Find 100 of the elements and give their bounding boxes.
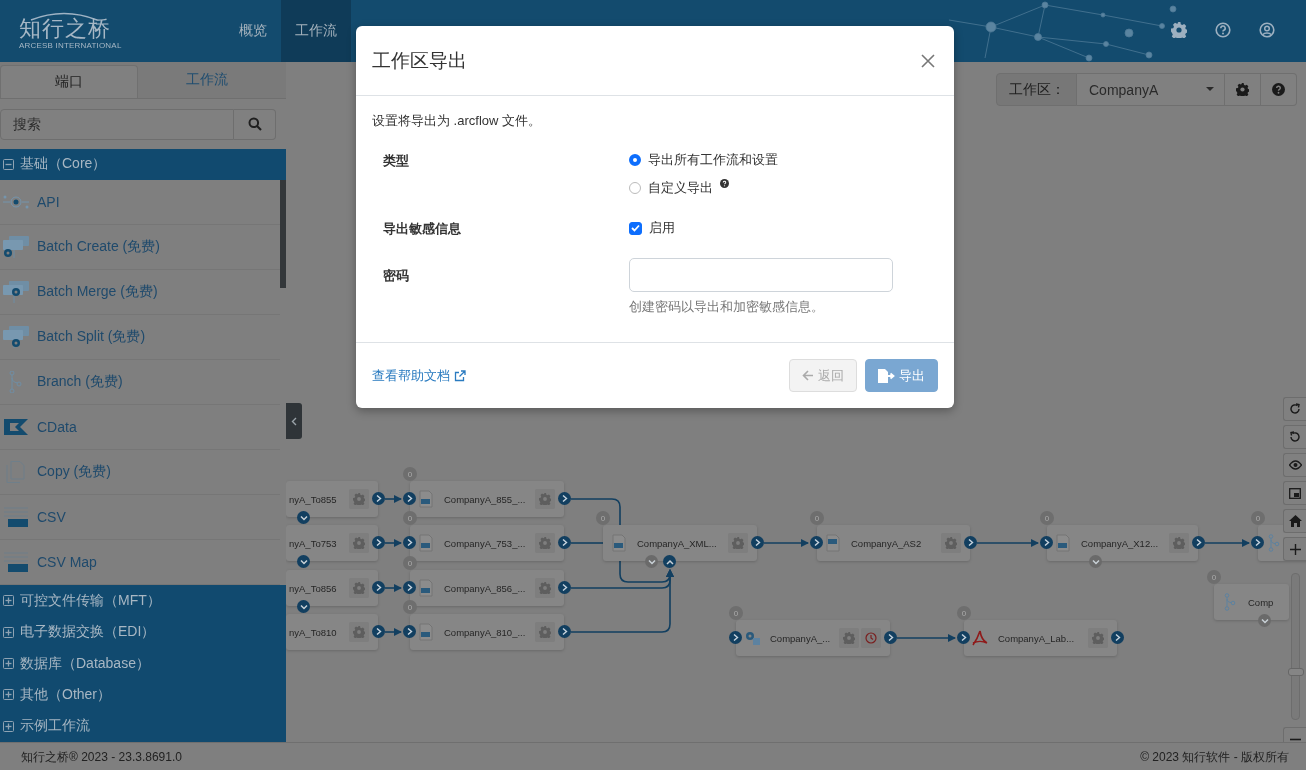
option-label: 自定义导出 <box>648 179 713 197</box>
connector-item[interactable]: Batch Split (免费) <box>0 315 280 361</box>
pdf-icon <box>972 629 988 647</box>
connector-item[interactable]: Batch Create (免费) <box>0 225 280 271</box>
field-hint: 创建密码以导出和加密敏感信息。 <box>629 298 825 316</box>
file-icon <box>418 534 434 552</box>
undo-icon <box>1289 431 1301 443</box>
workflow-node[interactable]: CompanyA_856_... <box>410 570 564 606</box>
file-icon <box>418 623 434 641</box>
redo-button[interactable] <box>1283 397 1306 421</box>
node-name: nyA_To753 <box>289 537 337 549</box>
expand-icon <box>3 626 14 638</box>
branch-icon <box>1266 534 1282 552</box>
preview-button[interactable] <box>1283 453 1306 477</box>
node-name: CompanyA_753_... <box>444 537 526 549</box>
radio-button[interactable] <box>629 154 641 166</box>
option-label: 启用 <box>649 219 675 237</box>
node-name: CompanyA_X12... <box>1081 537 1159 549</box>
workflow-node[interactable]: CompanyA_753_... <box>410 525 564 561</box>
arrow-left-icon <box>802 370 814 381</box>
settings-icon <box>945 537 957 549</box>
stacked-cards-icon <box>3 326 29 349</box>
branch-icon <box>1222 593 1238 611</box>
settings-icon <box>353 537 365 549</box>
nav-tab[interactable]: 概览 <box>225 0 281 62</box>
node-name: CompanyA_... <box>770 632 831 644</box>
home-icon <box>1288 515 1302 527</box>
expand-icon <box>3 658 14 669</box>
minus-icon <box>1289 737 1301 741</box>
checkbox[interactable] <box>629 221 642 235</box>
connector-arrow <box>384 628 402 636</box>
file-icon <box>418 490 434 508</box>
file-icon <box>611 534 627 552</box>
node-name: CompanyA_XML... <box>637 537 717 549</box>
connector-item[interactable]: CData <box>0 405 280 451</box>
settings-button[interactable] <box>1225 73 1261 106</box>
settings-icon <box>1236 83 1249 96</box>
undo-button[interactable] <box>1283 425 1306 449</box>
image-button[interactable] <box>1283 481 1306 505</box>
workflow-node[interactable]: CompanyA_Lab... <box>964 620 1117 656</box>
dialog-title: 工作区导出 <box>372 48 467 73</box>
slider-thumb[interactable] <box>1288 667 1304 676</box>
help-button[interactable] <box>1261 73 1297 106</box>
file-icon <box>1055 534 1071 552</box>
workflow-node[interactable]: nyA_To855 <box>286 481 378 517</box>
logo-tagline: ARCESB INTERNATIONAL <box>19 41 122 51</box>
logo-name: 知行之桥 <box>19 17 111 41</box>
connector-arrow <box>896 634 956 642</box>
workflow-node[interactable]: Comp <box>1214 584 1289 620</box>
workflow-node[interactable]: nyA_To856 <box>286 570 378 606</box>
settings-icon <box>539 493 551 505</box>
dialog-description: 设置将导出为 .arcflow 文件。 <box>372 112 542 130</box>
plus-icon <box>1289 543 1301 555</box>
close-icon <box>921 53 935 68</box>
expand-icon <box>3 689 14 701</box>
workspace-label: 工作区： <box>996 73 1077 106</box>
connector-arrow <box>384 495 402 503</box>
user-icon[interactable] <box>1259 22 1275 38</box>
redo-icon <box>1289 403 1301 415</box>
workflow-node[interactable]: CompanyA_855_... <box>410 481 564 517</box>
search-button[interactable] <box>234 108 276 140</box>
connector-item[interactable]: Batch Merge (免费) <box>0 270 280 316</box>
option-label: 导出所有工作流和设置 <box>648 151 778 169</box>
node-name: CompanyA_AS2 <box>851 537 922 549</box>
connector-item[interactable]: Branch (免费) <box>0 360 280 406</box>
settings-icon[interactable] <box>1171 22 1187 38</box>
connector-arrow <box>384 539 402 547</box>
sidebar-tab[interactable]: 端口 <box>0 65 138 98</box>
external-link-icon <box>454 369 466 382</box>
search-field[interactable]: 搜索 <box>0 108 234 140</box>
settings-icon <box>539 537 551 549</box>
connector-item[interactable]: CSV <box>0 495 280 541</box>
node-name: CompanyA_810_... <box>444 626 526 638</box>
workflow-node[interactable]: nyA_To753 <box>286 525 378 561</box>
field-label: 导出敏感信息 <box>382 220 462 238</box>
help-icon[interactable] <box>720 179 729 188</box>
version-text: 知行之桥® 2023 - 23.3.8691.0 <box>21 749 182 766</box>
workflow-node[interactable]: nyA_To810 <box>286 614 378 650</box>
nav-tab[interactable]: 工作流 <box>281 0 351 62</box>
file-icon <box>418 579 434 597</box>
home-button[interactable] <box>1283 509 1306 533</box>
workflow-node[interactable]: CompanyA_X12... <box>1047 525 1198 561</box>
workspace-dropdown[interactable]: CompanyA <box>1077 73 1225 106</box>
node-name: CompanyA_Lab... <box>998 632 1075 644</box>
connector-item[interactable]: Copy (免费) <box>0 450 280 496</box>
help-link[interactable]: 查看帮助文档 <box>372 366 466 385</box>
password-field[interactable] <box>629 258 893 292</box>
workflow-node[interactable]: CompanyA_AS2 <box>817 525 970 561</box>
scrollbar[interactable] <box>280 180 286 289</box>
zoom-in-button[interactable] <box>1283 537 1306 561</box>
stacked-cards-icon <box>3 236 29 259</box>
collapse-sidebar-button[interactable] <box>286 403 302 439</box>
search-icon <box>247 117 262 132</box>
csv-file-icon <box>3 506 29 529</box>
settings-icon <box>353 582 365 594</box>
expand-icon <box>3 595 14 607</box>
chevron-left-icon <box>291 416 297 426</box>
workflow-node[interactable]: CompanyA_810_... <box>410 614 564 650</box>
workflow-node[interactable]: CompanyA_XML... <box>603 525 757 561</box>
settings-icon <box>539 626 551 638</box>
